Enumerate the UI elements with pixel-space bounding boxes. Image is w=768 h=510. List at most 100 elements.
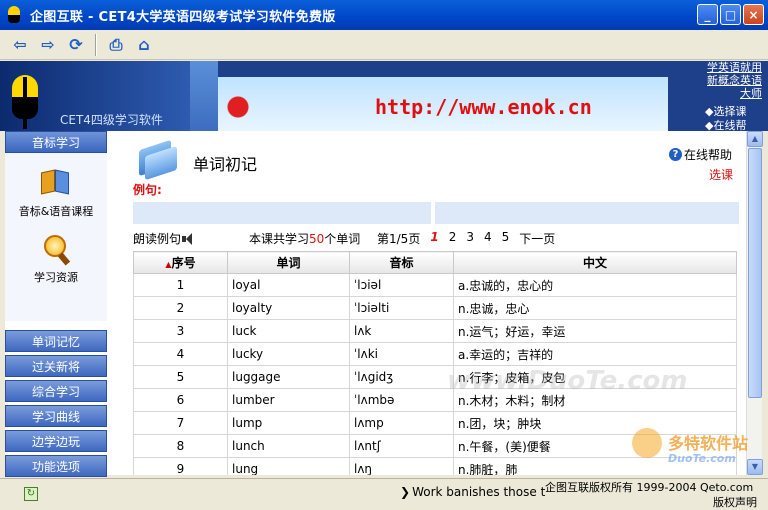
cell-number: 6 (133, 388, 228, 412)
cell-phonetic: lʌŋ (349, 457, 454, 475)
page-link-5[interactable]: 5 (502, 230, 510, 247)
scroll-thumb[interactable] (748, 148, 762, 398)
read-example-button[interactable]: 朗读例句 (133, 230, 196, 247)
select-course-button[interactable]: 选课 (709, 166, 733, 183)
page-link-2[interactable]: 2 (449, 230, 457, 247)
sidebar-button-comprehensive[interactable]: 综合学习 (5, 380, 107, 402)
banner-graphic (190, 61, 218, 131)
online-help-label: 在线帮助 (684, 148, 733, 162)
column-header-number[interactable]: ▲序号 (133, 251, 228, 274)
cell-word: loyalty (227, 296, 350, 320)
cell-meaning: n.运气；好运，幸运 (453, 319, 737, 343)
close-button[interactable]: × (743, 4, 764, 25)
ticker-arrow-icon: ❯ (400, 485, 411, 499)
course-info-prefix: 本课共学习 (249, 232, 310, 246)
sentence-ticker: ❯ Work banishes those t (400, 485, 545, 499)
cell-number: 8 (133, 434, 228, 458)
cell-meaning: a.幸运的；吉祥的 (453, 342, 737, 366)
column-header-word[interactable]: 单词 (227, 251, 350, 274)
cell-number: 2 (133, 296, 228, 320)
cell-word: luck (227, 319, 350, 343)
promo-link[interactable]: 学英语就用新概念英语大师 (706, 61, 762, 100)
sidebar-item-label: 音标&语音课程 (18, 205, 94, 218)
table-row[interactable]: 2 loyalty ˈlɔiəlti n.忠诚，忠心 (133, 296, 737, 320)
page-link-1[interactable]: 1 (430, 230, 438, 247)
cell-number: 9 (133, 457, 228, 475)
refresh-icon[interactable]: ⟳ (64, 33, 88, 57)
sidebar-panel: 音标&语音课程 学习资源 (5, 153, 107, 321)
status-bar: ↻ ❯ Work banishes those t 企图互联版权所有 1999-… (0, 478, 768, 509)
cell-number: 1 (133, 273, 228, 297)
sidebar: 音标学习 音标&语音课程 学习资源 单词记忆 过关新将 综合学习 学习曲线 边学… (5, 131, 107, 477)
refresh-status-icon[interactable]: ↻ (24, 487, 38, 501)
banner-url[interactable]: http://www.enok.cn (375, 95, 592, 119)
cell-phonetic: lʌntʃ (349, 434, 454, 458)
page-info: 第1/5页 (377, 232, 421, 246)
sidebar-button-word-memory[interactable]: 单词记忆 (5, 330, 107, 352)
cell-word: lump (227, 411, 350, 435)
magnifier-icon (39, 233, 73, 266)
sidebar-item-phonetics-course[interactable]: 音标&语音课程 (5, 153, 107, 219)
course-info: 本课共学习50个单词 (249, 230, 360, 247)
main-content: 单词初记 ? 在线帮助 选课 例句: 朗读例句 本课共学习50个单词 第1/5页… (107, 131, 747, 475)
corner-watermark: 多特软件站 DuoTe.com (632, 428, 764, 478)
print-icon[interactable]: ⎙ (104, 33, 128, 57)
pagination: 第1/5页 1 2 3 4 5 下一页 (377, 230, 555, 247)
online-help-link[interactable]: ◆在线帮 (705, 117, 746, 131)
next-page-link[interactable]: 下一页 (519, 230, 555, 247)
sidebar-button-level-pass[interactable]: 过关新将 (5, 355, 107, 377)
ticker-text: Work banishes those t (412, 485, 546, 499)
example-sentence-box (133, 202, 431, 224)
table-header-row: ▲序号 单词 音标 中文 (133, 251, 737, 274)
page-link-3[interactable]: 3 (466, 230, 474, 247)
cell-meaning: n.忠诚，忠心 (453, 296, 737, 320)
sidebar-button-options[interactable]: 功能选项 (5, 455, 107, 477)
sidebar-button-learn-play[interactable]: 边学边玩 (5, 430, 107, 452)
word-card-icon (135, 137, 185, 181)
table-row[interactable]: 4 lucky ˈlʌki a.幸运的；吉祥的 (133, 342, 737, 366)
watermark-text: www.DuoTe.com (447, 366, 688, 396)
online-help-button[interactable]: ? 在线帮助 (669, 146, 732, 163)
cell-word: lumber (227, 388, 350, 412)
page-link-4[interactable]: 4 (484, 230, 492, 247)
watermark-logo-icon (632, 428, 662, 458)
back-arrow-icon[interactable]: ⇦ (8, 33, 32, 57)
window-title: 企图互联 - CET4大学英语四级考试学习软件免费版 (30, 9, 336, 25)
maximize-button[interactable]: □ (720, 4, 741, 25)
logo-icon (10, 75, 40, 129)
cell-phonetic: ˈlʌki (349, 342, 454, 366)
read-example-label: 朗读例句 (133, 232, 182, 246)
speaker-icon (182, 232, 196, 245)
book-icon (39, 167, 73, 199)
banner: CET4四级学习软件 http://www.enok.cn 学英语就用新概念英语… (0, 61, 768, 131)
sidebar-header-phonetics[interactable]: 音标学习 (5, 131, 107, 153)
app-icon (6, 6, 22, 24)
sidebar-button-learning-curve[interactable]: 学习曲线 (5, 405, 107, 427)
example-translation-box (435, 202, 739, 224)
toolbar: ⇦ ⇨ ⟳ ⎙ ⌂ (0, 30, 768, 60)
table-row[interactable]: 3 luck lʌk n.运气；好运，幸运 (133, 319, 737, 343)
cell-word: loyal (227, 273, 350, 297)
product-name: CET4四级学习软件 (60, 113, 163, 127)
minimize-button[interactable]: _ (697, 4, 718, 25)
column-header-phonetic[interactable]: 音标 (349, 251, 454, 274)
page-title: 单词初记 (193, 155, 258, 174)
table-row[interactable]: 1 loyal ˈlɔiəl a.忠诚的，忠心的 (133, 273, 737, 297)
scroll-up-button[interactable]: ▲ (747, 131, 763, 147)
sidebar-item-resources[interactable]: 学习资源 (5, 219, 107, 285)
help-icon: ? (669, 148, 682, 161)
home-icon[interactable]: ⌂ (132, 33, 156, 57)
cell-number: 7 (133, 411, 228, 435)
cell-phonetic: ˈlʌgidʒ (349, 365, 454, 389)
cell-word: luggage (227, 365, 350, 389)
forward-arrow-icon[interactable]: ⇨ (36, 33, 60, 57)
cell-number: 5 (133, 365, 228, 389)
watermark-cn: 多特软件站 (668, 434, 749, 453)
sidebar-item-label: 学习资源 (34, 271, 78, 284)
toolbar-separator (95, 33, 97, 56)
course-word-count: 50 (309, 232, 325, 246)
cell-meaning: a.忠诚的，忠心的 (453, 273, 737, 297)
cell-phonetic: lʌmp (349, 411, 454, 435)
column-header-meaning[interactable]: 中文 (453, 251, 737, 274)
vertical-scrollbar[interactable]: ▲ ▼ (746, 131, 763, 475)
